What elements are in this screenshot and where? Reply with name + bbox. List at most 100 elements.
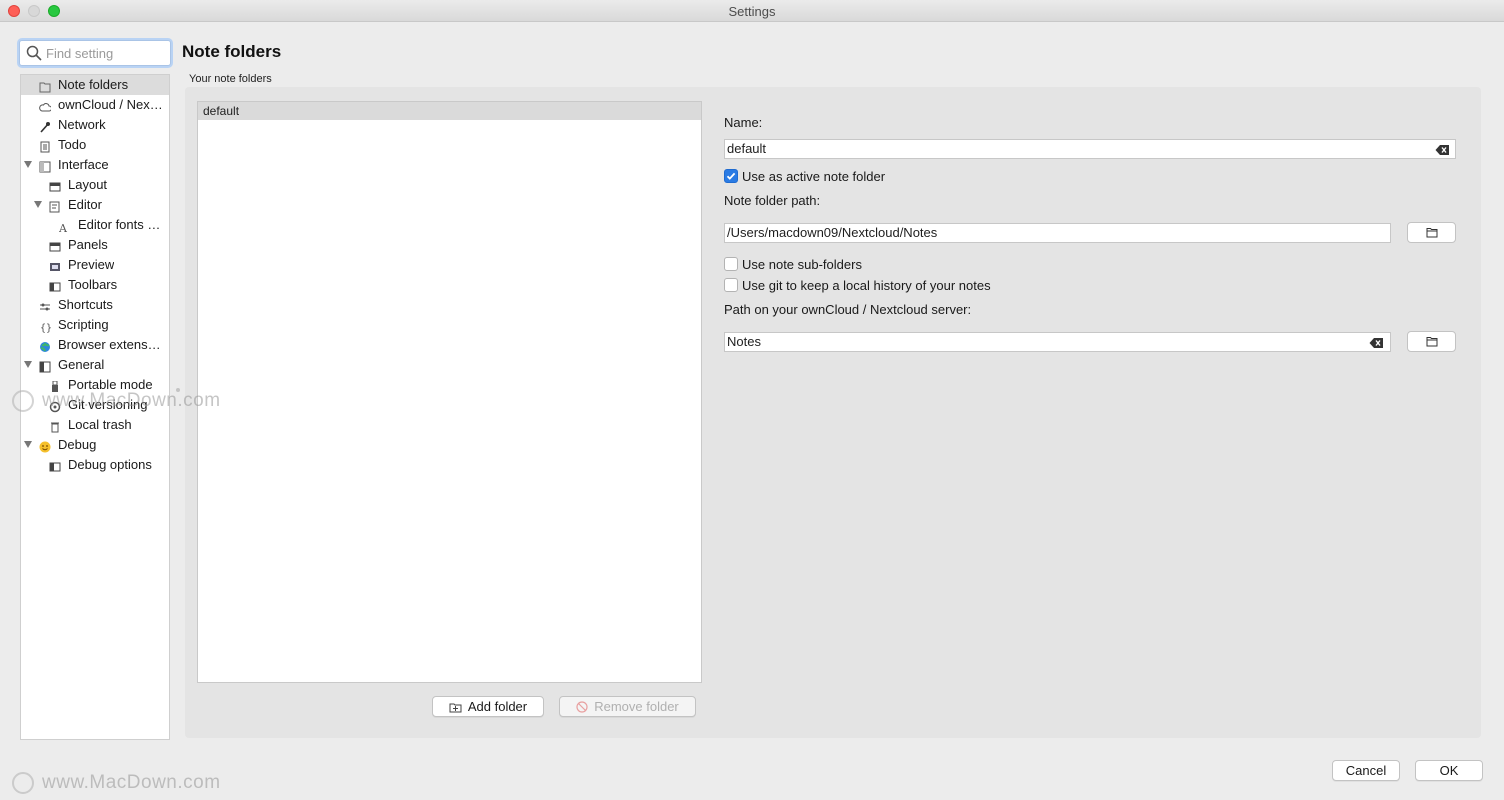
sidebar-item-label: Toolbars bbox=[68, 277, 118, 292]
server-path-value: Notes bbox=[727, 334, 761, 349]
add-folder-icon bbox=[449, 699, 462, 718]
sidebar-item-toolbars[interactable]: Toolbars bbox=[21, 275, 169, 295]
globe-icon bbox=[39, 339, 51, 352]
path-value: /Users/macdown09/Nextcloud/Notes bbox=[727, 225, 938, 240]
sidebar-item-label: Editor bbox=[68, 197, 102, 212]
add-folder-button[interactable]: Add folder bbox=[432, 696, 544, 717]
sidebar-item-preview[interactable]: Preview bbox=[21, 255, 169, 275]
sidebar-item-label: Layout bbox=[68, 177, 108, 192]
network-icon bbox=[39, 119, 51, 133]
smiley-icon bbox=[39, 439, 51, 453]
sidebar-item-layout[interactable]: Layout bbox=[21, 175, 169, 195]
disclosure-triangle-icon[interactable] bbox=[24, 361, 32, 368]
general-icon bbox=[39, 359, 51, 373]
sidebar-item-debug-options[interactable]: Debug options bbox=[21, 455, 169, 475]
name-value: default bbox=[727, 141, 767, 156]
sidebar-item-note-folders[interactable]: Note folders bbox=[21, 75, 169, 95]
layout-icon bbox=[49, 179, 61, 192]
browse-path-button[interactable] bbox=[1407, 222, 1456, 243]
remove-folder-label: Remove folder bbox=[594, 699, 679, 714]
search-box[interactable] bbox=[19, 40, 171, 66]
title-bar: Settings bbox=[0, 0, 1504, 22]
sidebar-item-editor-fonts[interactable]: A Editor fonts … bbox=[21, 215, 169, 235]
name-label: Name: bbox=[724, 115, 763, 130]
remove-folder-button[interactable]: Remove folder bbox=[559, 696, 696, 717]
sidebar-item-owncloud-nex[interactable]: ownCloud / Nex… bbox=[21, 95, 169, 115]
todo-icon bbox=[39, 139, 51, 153]
svg-text:{}: {} bbox=[40, 323, 51, 333]
sidebar-item-label: Scripting bbox=[58, 317, 109, 332]
sidebar-item-label: Editor fonts … bbox=[78, 217, 161, 232]
sub-folders-checkbox[interactable] bbox=[724, 257, 738, 271]
sidebar-item-label: General bbox=[58, 357, 105, 372]
ok-button[interactable]: OK bbox=[1415, 760, 1483, 781]
sidebar-item-label: ownCloud / Nex… bbox=[58, 97, 163, 112]
path-label: Note folder path: bbox=[724, 193, 821, 208]
watermark: www.MacDown.com bbox=[42, 772, 221, 793]
sidebar-item-network[interactable]: Network bbox=[21, 115, 169, 135]
note-folder-path-field[interactable]: /Users/macdown09/Nextcloud/Notes bbox=[724, 223, 1391, 243]
active-note-folder-checkbox[interactable] bbox=[724, 169, 738, 183]
git-history-checkbox[interactable] bbox=[724, 278, 738, 292]
disclosure-triangle-icon[interactable] bbox=[24, 161, 32, 168]
preview-icon bbox=[49, 259, 61, 271]
sidebar-item-browser-extens[interactable]: Browser extens… bbox=[21, 335, 169, 355]
search-input[interactable] bbox=[46, 44, 164, 62]
panels-icon bbox=[49, 239, 61, 252]
watermark-logo bbox=[12, 390, 34, 412]
sidebar-item-shortcuts[interactable]: Shortcuts bbox=[21, 295, 169, 315]
name-field[interactable]: default bbox=[724, 139, 1456, 159]
page-title: Note folders bbox=[182, 42, 282, 61]
sidebar-item-label: Todo bbox=[58, 137, 87, 152]
font-icon: A bbox=[58, 219, 71, 235]
sidebar-item-general[interactable]: General bbox=[21, 355, 169, 375]
scripting-icon: {} bbox=[39, 319, 52, 334]
browse-server-path-button[interactable] bbox=[1407, 331, 1456, 352]
clear-icon[interactable] bbox=[1369, 336, 1384, 354]
sidebar-item-label: Debug options bbox=[68, 457, 152, 472]
server-path-field[interactable]: Notes bbox=[724, 332, 1391, 352]
search-icon bbox=[26, 45, 42, 64]
sub-folders-label: Use note sub-folders bbox=[742, 257, 862, 272]
sidebar-item-local-trash[interactable]: Local trash bbox=[21, 415, 169, 435]
watermark-dot bbox=[176, 388, 180, 392]
active-note-folder-label: Use as active note folder bbox=[742, 169, 886, 184]
clear-icon[interactable] bbox=[1435, 143, 1450, 161]
sidebar-item-editor[interactable]: Editor bbox=[21, 195, 169, 215]
folder-icon bbox=[1426, 337, 1438, 347]
disclosure-triangle-icon[interactable] bbox=[34, 201, 42, 208]
sidebar-item-label: Debug bbox=[58, 437, 97, 452]
git-history-label: Use git to keep a local history of your … bbox=[742, 278, 991, 293]
sidebar-item-label: Panels bbox=[68, 237, 108, 252]
sidebar-item-scripting[interactable]: {} Scripting bbox=[21, 315, 169, 335]
list-item[interactable]: default bbox=[198, 102, 701, 120]
editor-icon bbox=[49, 199, 61, 213]
debug-options-icon bbox=[49, 459, 61, 472]
add-folder-label: Add folder bbox=[467, 699, 528, 714]
folder-icon bbox=[1426, 228, 1438, 238]
sidebar-item-label: Browser extens… bbox=[58, 337, 161, 352]
watermark: www.MacDown.com bbox=[42, 390, 221, 411]
sidebar-item-panels[interactable]: Panels bbox=[21, 235, 169, 255]
cloud-icon bbox=[39, 99, 52, 112]
sidebar-item-debug[interactable]: Debug bbox=[21, 435, 169, 455]
watermark-logo bbox=[12, 772, 34, 794]
window-title: Settings bbox=[728, 4, 776, 19]
group-label: Your note folders bbox=[189, 73, 272, 85]
folder-list[interactable]: default bbox=[197, 101, 702, 683]
shortcuts-icon bbox=[39, 299, 51, 311]
cancel-button[interactable]: Cancel bbox=[1332, 760, 1400, 781]
remove-icon bbox=[576, 699, 588, 718]
sidebar-item-label: Local trash bbox=[68, 417, 132, 432]
sidebar-item-label: Network bbox=[58, 117, 106, 132]
disclosure-triangle-icon[interactable] bbox=[24, 441, 32, 448]
sidebar-item-label: Note folders bbox=[58, 77, 129, 92]
sidebar-item-label: Preview bbox=[68, 257, 115, 272]
sidebar-item-label: Shortcuts bbox=[58, 297, 113, 312]
server-path-label: Path on your ownCloud / Nextcloud server… bbox=[724, 302, 972, 317]
trash-icon bbox=[49, 419, 61, 433]
svg-text:A: A bbox=[59, 222, 68, 233]
sidebar-item-interface[interactable]: Interface bbox=[21, 155, 169, 175]
checkmark-icon bbox=[726, 172, 736, 180]
sidebar-item-todo[interactable]: Todo bbox=[21, 135, 169, 155]
